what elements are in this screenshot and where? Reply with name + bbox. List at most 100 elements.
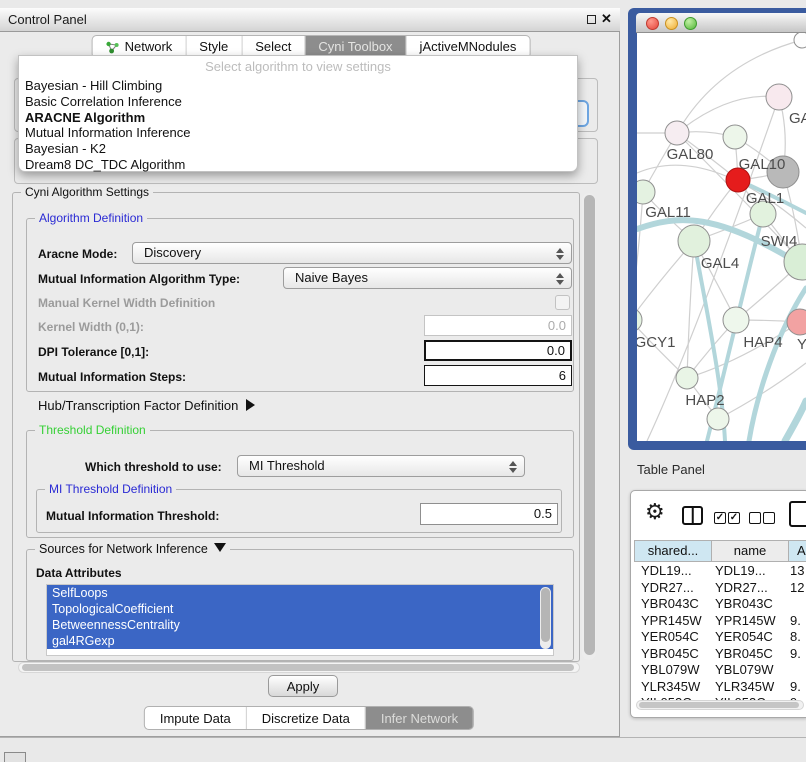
node-label: HAP4 bbox=[743, 334, 782, 351]
network-icon bbox=[106, 41, 120, 54]
column-header-name[interactable]: name bbox=[712, 540, 789, 562]
table-horizontal-scrollbar bbox=[636, 700, 804, 710]
screen: Control Panel ✕ Network Style Select Cyn… bbox=[0, 0, 806, 762]
which-threshold-label: Which threshold to use: bbox=[85, 460, 222, 474]
collapse-down-icon bbox=[214, 543, 226, 552]
split-columns-icon[interactable] bbox=[682, 506, 703, 525]
expand-right-icon bbox=[246, 399, 255, 411]
kernel-width-field[interactable]: 0.0 bbox=[424, 315, 572, 336]
manual-kernel-width-checkbox[interactable] bbox=[555, 295, 570, 310]
table-row[interactable]: YLR345WYLR345W9. bbox=[634, 679, 806, 696]
algorithm-option[interactable]: Basic Correlation Inference bbox=[19, 94, 577, 110]
minimize-traffic-light[interactable] bbox=[665, 17, 678, 30]
hub-definition-expander[interactable]: Hub/Transcription Factor Definition bbox=[38, 398, 255, 413]
table-row[interactable]: YDR27...YDR27...12 bbox=[634, 580, 806, 597]
tab-impute-data[interactable]: Impute Data bbox=[145, 707, 246, 729]
mi-threshold-group-title: MI Threshold Definition bbox=[45, 483, 176, 496]
checked-checkbox-icon[interactable]: ✓ bbox=[728, 512, 740, 524]
dpi-tolerance-field[interactable]: 0.0 bbox=[424, 340, 572, 361]
aracne-mode-label: Aracne Mode: bbox=[38, 247, 117, 261]
gear-icon[interactable]: ⚙ bbox=[645, 501, 665, 523]
mi-steps-label: Mutual Information Steps: bbox=[38, 370, 186, 384]
attributes-scrollbar bbox=[540, 587, 551, 649]
attribute-item-selected[interactable]: SelfLoops bbox=[47, 585, 553, 601]
dpi-tolerance-label: DPI Tolerance [0,1]: bbox=[38, 345, 149, 359]
mi-type-label: Mutual Information Algorithm Type: bbox=[38, 272, 240, 286]
network-node-hap2[interactable] bbox=[676, 367, 698, 389]
table-row[interactable]: YBL079WYBL079W bbox=[634, 662, 806, 679]
node-label: GAL bbox=[789, 110, 806, 127]
node-label: GCY1 bbox=[637, 334, 675, 351]
unchecked-checkbox-icon[interactable] bbox=[763, 512, 775, 524]
spinner-arrows-icon bbox=[509, 460, 517, 474]
attribute-item-selected[interactable]: TopologicalCoefficient bbox=[47, 601, 553, 617]
checked-checkbox-icon[interactable]: ✓ bbox=[714, 512, 726, 524]
document-icon[interactable] bbox=[789, 501, 806, 527]
node-label: SWI4 bbox=[761, 233, 798, 250]
network-node-gal80[interactable] bbox=[665, 121, 689, 145]
spinner-arrows-icon bbox=[556, 272, 564, 286]
tab-discretize-data[interactable]: Discretize Data bbox=[246, 707, 365, 729]
algorithm-option[interactable]: Mutual Information Inference bbox=[19, 125, 577, 141]
zoom-traffic-light[interactable] bbox=[684, 17, 697, 30]
algorithm-option[interactable]: Bayesian - Hill Climbing bbox=[19, 78, 577, 94]
control-panel-title: Control Panel bbox=[8, 12, 87, 27]
algorithm-dropdown-popup: Select algorithm to view settings Bayesi… bbox=[18, 55, 578, 172]
table-row[interactable]: YER054CYER054C8. bbox=[634, 629, 806, 646]
network-node-gal11[interactable] bbox=[637, 180, 655, 204]
tab-infer-network[interactable]: Infer Network bbox=[365, 707, 473, 729]
column-header-partial[interactable]: A bbox=[789, 540, 806, 562]
network-node-gal4[interactable] bbox=[678, 225, 710, 257]
aracne-mode-select[interactable]: Discovery bbox=[132, 242, 572, 264]
cyni-settings-title: Cyni Algorithm Settings bbox=[21, 186, 153, 199]
bottom-left-partial-button[interactable] bbox=[4, 752, 26, 762]
settings-vertical-scrollbar-thumb[interactable] bbox=[584, 195, 595, 655]
table-row[interactable]: YBR043CYBR043C bbox=[634, 596, 806, 613]
close-traffic-light[interactable] bbox=[646, 17, 659, 30]
mi-threshold-label: Mutual Information Threshold: bbox=[46, 509, 219, 523]
close-icon[interactable]: ✕ bbox=[601, 11, 612, 27]
table-body: YDL19...YDL19...13 YDR27...YDR27...12 YB… bbox=[634, 563, 806, 700]
mi-type-select[interactable]: Naive Bayes bbox=[283, 267, 572, 289]
network-node[interactable] bbox=[766, 84, 792, 110]
table-row[interactable]: YPR145WYPR145W9. bbox=[634, 613, 806, 630]
table-row[interactable]: YBR045CYBR045C9. bbox=[634, 646, 806, 663]
algorithm-option[interactable]: Dream8 DC_TDC Algorithm bbox=[19, 157, 577, 173]
network-node[interactable] bbox=[707, 408, 729, 430]
node-label: GAL10 bbox=[739, 156, 786, 173]
mi-threshold-field[interactable]: 0.5 bbox=[420, 503, 558, 525]
settings-vertical-scrollbar bbox=[582, 193, 596, 660]
apply-button[interactable]: Apply bbox=[268, 675, 338, 697]
control-panel-titlebar[interactable] bbox=[0, 8, 620, 32]
threshold-definition-title: Threshold Definition bbox=[35, 424, 150, 437]
sources-expander[interactable]: Sources for Network Inference bbox=[35, 543, 230, 556]
algorithm-option-selected[interactable]: ARACNE Algorithm bbox=[19, 110, 577, 126]
network-node-hap4[interactable] bbox=[723, 307, 749, 333]
bottom-tabbar: Impute Data Discretize Data Infer Networ… bbox=[144, 706, 474, 730]
network-node-gcy1[interactable] bbox=[637, 308, 642, 332]
node-label: Y bbox=[797, 336, 806, 353]
column-header-shared-name[interactable]: shared... bbox=[634, 540, 712, 562]
network-window-titlebar[interactable] bbox=[636, 13, 806, 33]
network-node[interactable] bbox=[794, 33, 806, 48]
data-attributes-label: Data Attributes bbox=[36, 566, 122, 580]
table-row[interactable]: YDL19...YDL19...13 bbox=[634, 563, 806, 580]
mi-steps-field[interactable]: 6 bbox=[424, 365, 572, 386]
which-threshold-select[interactable]: MI Threshold bbox=[237, 455, 525, 477]
algorithm-option[interactable]: Bayesian - K2 bbox=[19, 141, 577, 157]
network-node-gal10[interactable] bbox=[723, 125, 747, 149]
kernel-width-label: Kernel Width (0,1): bbox=[38, 320, 144, 334]
node-label: GAL11 bbox=[645, 204, 691, 221]
table-horizontal-scrollbar-thumb[interactable] bbox=[639, 702, 799, 708]
unchecked-checkbox-icon[interactable] bbox=[749, 512, 761, 524]
settings-horizontal-scrollbar-thumb[interactable] bbox=[22, 664, 574, 671]
network-canvas[interactable]: GAL GAL80 GAL10 GAL1 GAL11 SWI4 GAL4 GCY… bbox=[637, 33, 806, 441]
attribute-item-selected[interactable]: gal4RGexp bbox=[47, 633, 553, 649]
float-window-icon[interactable] bbox=[587, 15, 596, 24]
node-label: GAL1 bbox=[746, 190, 784, 207]
attribute-item-selected[interactable]: BetweennessCentrality bbox=[47, 617, 553, 633]
table-header-row: shared... name A bbox=[634, 540, 806, 562]
manual-kernel-width-label: Manual Kernel Width Definition bbox=[38, 296, 215, 310]
attributes-scrollbar-thumb[interactable] bbox=[541, 588, 550, 642]
spinner-arrows-icon bbox=[556, 247, 564, 261]
